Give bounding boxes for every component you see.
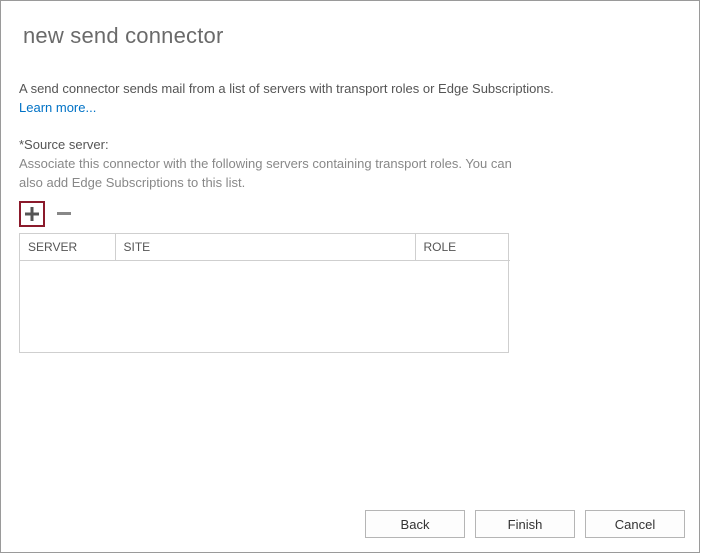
source-server-table: SERVER SITE ROLE <box>19 233 509 353</box>
remove-server-button[interactable] <box>53 203 75 225</box>
cancel-button[interactable]: Cancel <box>585 510 685 538</box>
col-header-role[interactable]: ROLE <box>415 234 510 261</box>
minus-icon <box>57 212 71 215</box>
page-title: new send connector <box>23 23 681 49</box>
plus-icon <box>24 206 40 222</box>
learn-more-link[interactable]: Learn more... <box>19 100 96 115</box>
intro-text: A send connector sends mail from a list … <box>19 79 681 99</box>
col-header-server[interactable]: SERVER <box>20 234 115 261</box>
finish-button[interactable]: Finish <box>475 510 575 538</box>
back-button[interactable]: Back <box>365 510 465 538</box>
source-server-help: Associate this connector with the follow… <box>19 154 539 193</box>
source-server-label: *Source server: <box>19 137 681 152</box>
col-header-site[interactable]: SITE <box>115 234 415 261</box>
wizard-footer: Back Finish Cancel <box>365 510 685 538</box>
table-header-row: SERVER SITE ROLE <box>20 234 510 261</box>
content-area: new send connector A send connector send… <box>1 1 699 353</box>
wizard-window: new send connector A send connector send… <box>0 0 700 553</box>
source-server-toolbar <box>19 201 681 227</box>
add-server-button[interactable] <box>19 201 45 227</box>
server-table: SERVER SITE ROLE <box>20 234 510 261</box>
